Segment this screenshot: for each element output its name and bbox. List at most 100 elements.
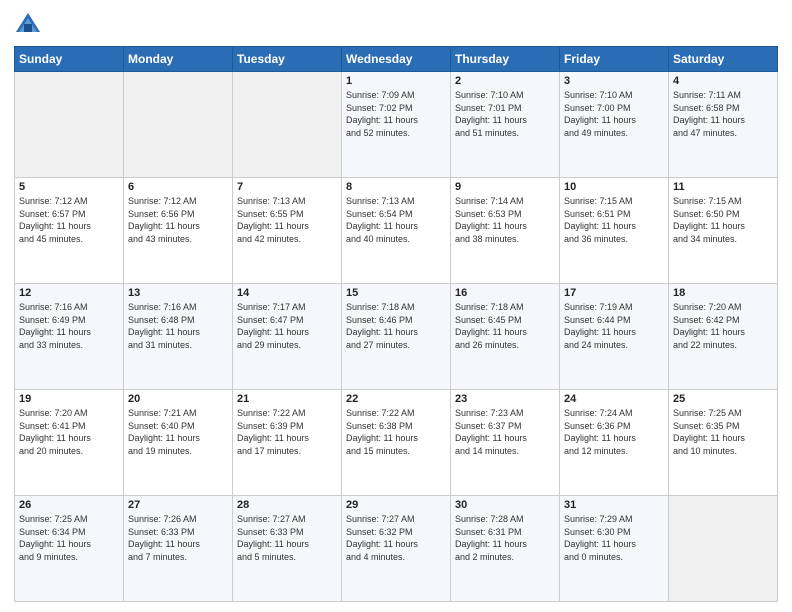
day-cell-24: 24 Sunrise: 7:24 AM Sunset: 6:36 PM Dayli… <box>560 390 669 496</box>
day-number: 18 <box>673 287 773 299</box>
day-cell-30: 30 Sunrise: 7:28 AM Sunset: 6:31 PM Dayli… <box>451 496 560 602</box>
day-number: 26 <box>19 499 119 511</box>
day-info: Sunrise: 7:13 AM Sunset: 6:55 PM Dayligh… <box>237 195 337 245</box>
day-number: 13 <box>128 287 228 299</box>
day-number: 16 <box>455 287 555 299</box>
day-cell-29: 29Sunrise: 7:27 AM Sunset: 6:32 PM Dayli… <box>342 496 451 602</box>
day-cell-16: 16 Sunrise: 7:18 AM Sunset: 6:45 PM Dayli… <box>451 284 560 390</box>
day-info: Sunrise: 7:14 AM Sunset: 6:53 PM Dayligh… <box>455 195 555 245</box>
day-info: Sunrise: 7:29 AM Sunset: 6:30 PM Dayligh… <box>564 513 664 563</box>
day-number: 6 <box>128 181 228 193</box>
day-cell-12: 12 Sunrise: 7:16 AM Sunset: 6:49 PM Dayli… <box>15 284 124 390</box>
week-row-4: 26 Sunrise: 7:25 AM Sunset: 6:34 PM Dayli… <box>15 496 778 602</box>
weekday-wednesday: Wednesday <box>342 47 451 72</box>
empty-cell <box>669 496 778 602</box>
logo <box>14 10 46 38</box>
day-info: Sunrise: 7:15 AM Sunset: 6:50 PM Dayligh… <box>673 195 773 245</box>
day-info: Sunrise: 7:18 AM Sunset: 6:46 PM Dayligh… <box>346 301 446 351</box>
day-info: Sunrise: 7:27 AM Sunset: 6:33 PM Dayligh… <box>237 513 337 563</box>
day-info: Sunrise: 7:27 AM Sunset: 6:32 PM Dayligh… <box>346 513 446 563</box>
day-info: Sunrise: 7:16 AM Sunset: 6:49 PM Dayligh… <box>19 301 119 351</box>
day-number: 23 <box>455 393 555 405</box>
day-cell-5: 5Sunrise: 7:12 AM Sunset: 6:57 PM Daylig… <box>15 178 124 284</box>
day-number: 3 <box>564 75 664 87</box>
day-cell-11: 11 Sunrise: 7:15 AM Sunset: 6:50 PM Dayli… <box>669 178 778 284</box>
day-number: 4 <box>673 75 773 87</box>
day-cell-19: 19Sunrise: 7:20 AM Sunset: 6:41 PM Dayli… <box>15 390 124 496</box>
week-row-2: 12 Sunrise: 7:16 AM Sunset: 6:49 PM Dayli… <box>15 284 778 390</box>
day-info: Sunrise: 7:23 AM Sunset: 6:37 PM Dayligh… <box>455 407 555 457</box>
day-cell-8: 8Sunrise: 7:13 AM Sunset: 6:54 PM Daylig… <box>342 178 451 284</box>
day-info: Sunrise: 7:19 AM Sunset: 6:44 PM Dayligh… <box>564 301 664 351</box>
day-info: Sunrise: 7:16 AM Sunset: 6:48 PM Dayligh… <box>128 301 228 351</box>
logo-icon <box>14 10 42 38</box>
day-info: Sunrise: 7:18 AM Sunset: 6:45 PM Dayligh… <box>455 301 555 351</box>
empty-cell <box>233 72 342 178</box>
day-info: Sunrise: 7:28 AM Sunset: 6:31 PM Dayligh… <box>455 513 555 563</box>
day-info: Sunrise: 7:21 AM Sunset: 6:40 PM Dayligh… <box>128 407 228 457</box>
week-row-0: 1 Sunrise: 7:09 AM Sunset: 7:02 PM Daylig… <box>15 72 778 178</box>
empty-cell <box>124 72 233 178</box>
empty-cell <box>15 72 124 178</box>
day-info: Sunrise: 7:22 AM Sunset: 6:39 PM Dayligh… <box>237 407 337 457</box>
day-cell-9: 9 Sunrise: 7:14 AM Sunset: 6:53 PM Daylig… <box>451 178 560 284</box>
day-info: Sunrise: 7:25 AM Sunset: 6:34 PM Dayligh… <box>19 513 119 563</box>
day-info: Sunrise: 7:11 AM Sunset: 6:58 PM Dayligh… <box>673 89 773 139</box>
week-row-1: 5Sunrise: 7:12 AM Sunset: 6:57 PM Daylig… <box>15 178 778 284</box>
day-number: 12 <box>19 287 119 299</box>
day-number: 15 <box>346 287 446 299</box>
day-number: 1 <box>346 75 446 87</box>
weekday-friday: Friday <box>560 47 669 72</box>
weekday-thursday: Thursday <box>451 47 560 72</box>
day-number: 7 <box>237 181 337 193</box>
week-row-3: 19Sunrise: 7:20 AM Sunset: 6:41 PM Dayli… <box>15 390 778 496</box>
day-cell-17: 17 Sunrise: 7:19 AM Sunset: 6:44 PM Dayli… <box>560 284 669 390</box>
day-cell-7: 7 Sunrise: 7:13 AM Sunset: 6:55 PM Daylig… <box>233 178 342 284</box>
day-cell-23: 23 Sunrise: 7:23 AM Sunset: 6:37 PM Dayli… <box>451 390 560 496</box>
day-cell-2: 2 Sunrise: 7:10 AM Sunset: 7:01 PM Daylig… <box>451 72 560 178</box>
day-info: Sunrise: 7:22 AM Sunset: 6:38 PM Dayligh… <box>346 407 446 457</box>
day-info: Sunrise: 7:17 AM Sunset: 6:47 PM Dayligh… <box>237 301 337 351</box>
day-number: 22 <box>346 393 446 405</box>
day-number: 27 <box>128 499 228 511</box>
day-cell-10: 10Sunrise: 7:15 AM Sunset: 6:51 PM Dayli… <box>560 178 669 284</box>
day-number: 17 <box>564 287 664 299</box>
day-cell-1: 1 Sunrise: 7:09 AM Sunset: 7:02 PM Daylig… <box>342 72 451 178</box>
day-info: Sunrise: 7:20 AM Sunset: 6:41 PM Dayligh… <box>19 407 119 457</box>
day-cell-13: 13 Sunrise: 7:16 AM Sunset: 6:48 PM Dayli… <box>124 284 233 390</box>
day-info: Sunrise: 7:20 AM Sunset: 6:42 PM Dayligh… <box>673 301 773 351</box>
day-cell-20: 20 Sunrise: 7:21 AM Sunset: 6:40 PM Dayli… <box>124 390 233 496</box>
day-cell-15: 15 Sunrise: 7:18 AM Sunset: 6:46 PM Dayli… <box>342 284 451 390</box>
day-number: 28 <box>237 499 337 511</box>
day-info: Sunrise: 7:24 AM Sunset: 6:36 PM Dayligh… <box>564 407 664 457</box>
weekday-sunday: Sunday <box>15 47 124 72</box>
weekday-monday: Monday <box>124 47 233 72</box>
day-number: 24 <box>564 393 664 405</box>
weekday-saturday: Saturday <box>669 47 778 72</box>
day-cell-22: 22 Sunrise: 7:22 AM Sunset: 6:38 PM Dayli… <box>342 390 451 496</box>
day-number: 11 <box>673 181 773 193</box>
day-cell-14: 14 Sunrise: 7:17 AM Sunset: 6:47 PM Dayli… <box>233 284 342 390</box>
weekday-tuesday: Tuesday <box>233 47 342 72</box>
day-number: 20 <box>128 393 228 405</box>
day-cell-26: 26 Sunrise: 7:25 AM Sunset: 6:34 PM Dayli… <box>15 496 124 602</box>
calendar-table: SundayMondayTuesdayWednesdayThursdayFrid… <box>14 46 778 602</box>
day-cell-18: 18 Sunrise: 7:20 AM Sunset: 6:42 PM Dayli… <box>669 284 778 390</box>
day-number: 30 <box>455 499 555 511</box>
day-cell-27: 27Sunrise: 7:26 AM Sunset: 6:33 PM Dayli… <box>124 496 233 602</box>
day-info: Sunrise: 7:09 AM Sunset: 7:02 PM Dayligh… <box>346 89 446 139</box>
weekday-header-row: SundayMondayTuesdayWednesdayThursdayFrid… <box>15 47 778 72</box>
day-cell-25: 25 Sunrise: 7:25 AM Sunset: 6:35 PM Dayli… <box>669 390 778 496</box>
day-info: Sunrise: 7:10 AM Sunset: 7:00 PM Dayligh… <box>564 89 664 139</box>
day-cell-31: 31Sunrise: 7:29 AM Sunset: 6:30 PM Dayli… <box>560 496 669 602</box>
day-number: 25 <box>673 393 773 405</box>
day-info: Sunrise: 7:25 AM Sunset: 6:35 PM Dayligh… <box>673 407 773 457</box>
day-info: Sunrise: 7:13 AM Sunset: 6:54 PM Dayligh… <box>346 195 446 245</box>
day-number: 2 <box>455 75 555 87</box>
day-number: 9 <box>455 181 555 193</box>
day-info: Sunrise: 7:12 AM Sunset: 6:57 PM Dayligh… <box>19 195 119 245</box>
day-number: 14 <box>237 287 337 299</box>
day-info: Sunrise: 7:10 AM Sunset: 7:01 PM Dayligh… <box>455 89 555 139</box>
header <box>14 10 778 38</box>
day-cell-6: 6Sunrise: 7:12 AM Sunset: 6:56 PM Daylig… <box>124 178 233 284</box>
